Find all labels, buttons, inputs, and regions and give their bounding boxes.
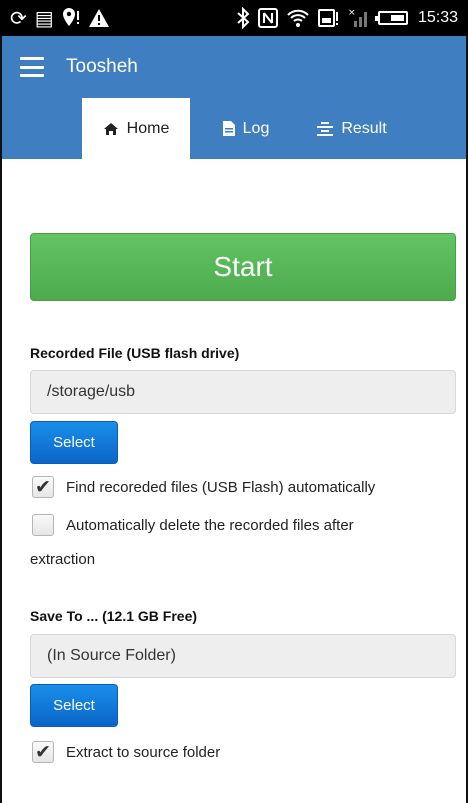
storage-alert-icon (317, 6, 340, 30)
start-button[interactable]: Start (30, 233, 456, 301)
tab-home[interactable]: Home (82, 98, 190, 159)
tab-result-label: Result (341, 119, 387, 137)
status-time: 15:33 (417, 9, 458, 26)
bluetooth-icon (236, 6, 250, 30)
extract-source-label: Extract to source folder (66, 743, 221, 761)
status-bar: ⟳ ▤ × 15:33 (0, 0, 468, 36)
recorded-select-button[interactable]: Select (30, 421, 118, 464)
tab-result[interactable]: Result (302, 98, 402, 159)
check-icon: ✔ (35, 740, 51, 763)
location-alert-icon (62, 6, 80, 30)
auto-delete-label: Automatically delete the recorded files … (66, 516, 354, 534)
file-icon (222, 121, 235, 136)
save-to-label: Save To ... (12.1 GB Free) (30, 608, 198, 624)
find-auto-label: Find recoreded files (USB Flash) automat… (66, 478, 376, 496)
menu-icon[interactable] (20, 57, 44, 77)
signal-icon: × (348, 6, 370, 30)
home-icon (103, 122, 119, 136)
check-icon: ✔ (35, 475, 51, 498)
tab-log[interactable]: Log (206, 98, 286, 159)
tab-log-label: Log (242, 119, 270, 137)
auto-delete-checkbox[interactable] (32, 514, 54, 536)
nfc-icon (257, 6, 278, 30)
sync-icon: ⟳ (10, 6, 27, 30)
recorded-file-label: Recorded File (USB flash drive) (30, 345, 240, 361)
wifi-icon (286, 6, 310, 30)
svg-text:×: × (348, 8, 356, 18)
auto-delete-label-continued: extraction (30, 551, 96, 568)
app-title: Toosheh (66, 56, 138, 77)
recorded-path-field[interactable]: /storage/usb (30, 370, 456, 414)
find-auto-checkbox[interactable]: ✔ (32, 476, 54, 498)
auto-delete-option[interactable]: Automatically delete the recorded files … (32, 514, 354, 536)
align-icon (317, 121, 334, 136)
extract-source-option[interactable]: ✔ Extract to source folder (32, 741, 220, 763)
battery-icon (374, 6, 408, 30)
warning-icon (88, 6, 110, 30)
find-auto-option[interactable]: ✔ Find recoreded files (USB Flash) autom… (32, 476, 375, 498)
tab-home-label: Home (126, 119, 170, 137)
tab-bar: Home Log Result (2, 98, 466, 159)
message-icon: ▤ (34, 6, 54, 30)
save-to-path-field[interactable]: (In Source Folder) (30, 634, 456, 678)
extract-source-checkbox[interactable]: ✔ (32, 741, 54, 763)
app-bar: Toosheh (2, 36, 466, 98)
save-to-select-button[interactable]: Select (30, 684, 118, 727)
